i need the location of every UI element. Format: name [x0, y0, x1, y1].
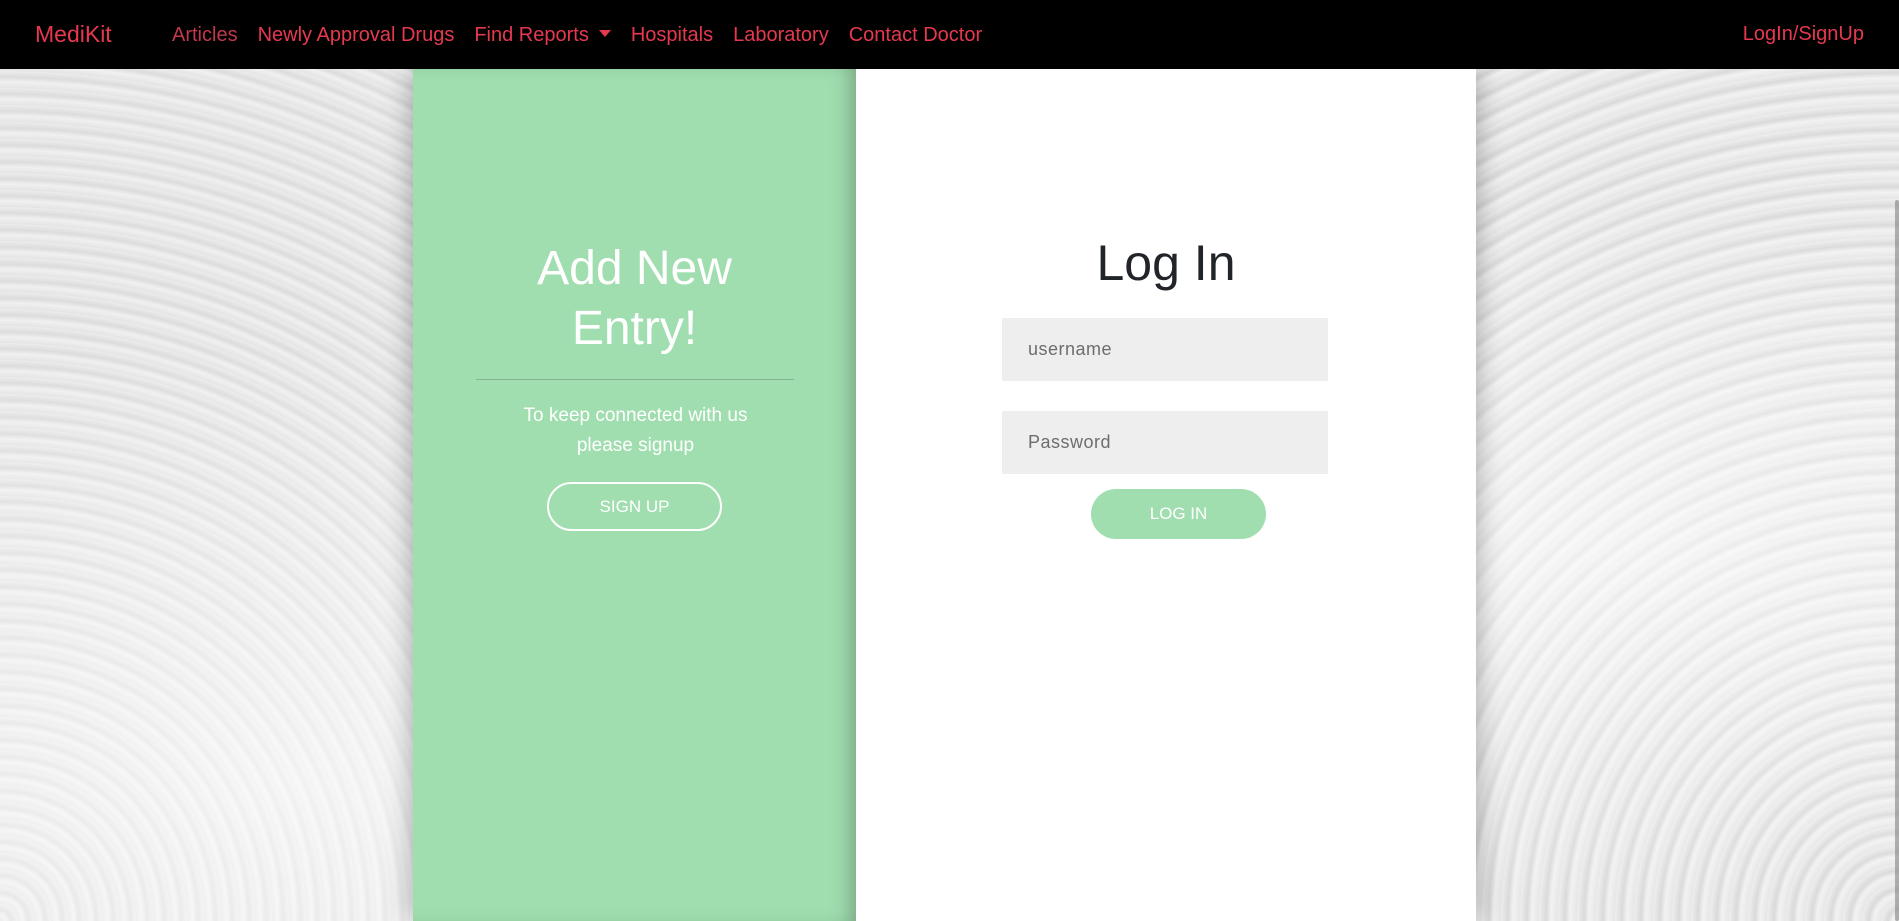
password-input[interactable] — [1002, 411, 1328, 474]
top-navbar: MediKit Articles Newly Approval Drugs Fi… — [0, 0, 1899, 69]
signup-panel-title: Add New Entry! — [537, 242, 732, 355]
signup-button[interactable]: SIGN UP — [547, 482, 722, 531]
signup-panel-divider — [476, 379, 794, 380]
auth-card: Add New Entry! To keep connected with us… — [413, 69, 1476, 921]
nav-link-contact-doctor[interactable]: Contact Doctor — [839, 23, 992, 47]
nav-link-hospitals[interactable]: Hospitals — [621, 23, 723, 47]
nav-links: Articles Newly Approval Drugs Find Repor… — [162, 22, 992, 48]
nav-link-laboratory[interactable]: Laboratory — [723, 23, 839, 47]
nav-link-login-signup[interactable]: LogIn/SignUp — [1743, 22, 1864, 46]
login-panel: Log In LOG IN — [856, 69, 1476, 921]
nav-link-newly-approval-drugs[interactable]: Newly Approval Drugs — [248, 23, 465, 47]
signup-panel: Add New Entry! To keep connected with us… — [413, 69, 856, 921]
nav-dropdown-find-reports-label: Find Reports — [474, 24, 589, 46]
caret-down-icon — [598, 30, 611, 37]
nav-link-articles[interactable]: Articles — [162, 23, 248, 47]
signup-panel-text: To keep connected with us please signup — [523, 405, 748, 456]
brand-logo-link[interactable]: MediKit — [35, 20, 112, 48]
username-input[interactable] — [1002, 318, 1328, 381]
login-button[interactable]: LOG IN — [1091, 489, 1266, 539]
login-title: Log In — [1096, 235, 1236, 291]
nav-dropdown-find-reports[interactable]: Find Reports — [464, 23, 621, 47]
page-scrollbar[interactable] — [1895, 200, 1899, 921]
